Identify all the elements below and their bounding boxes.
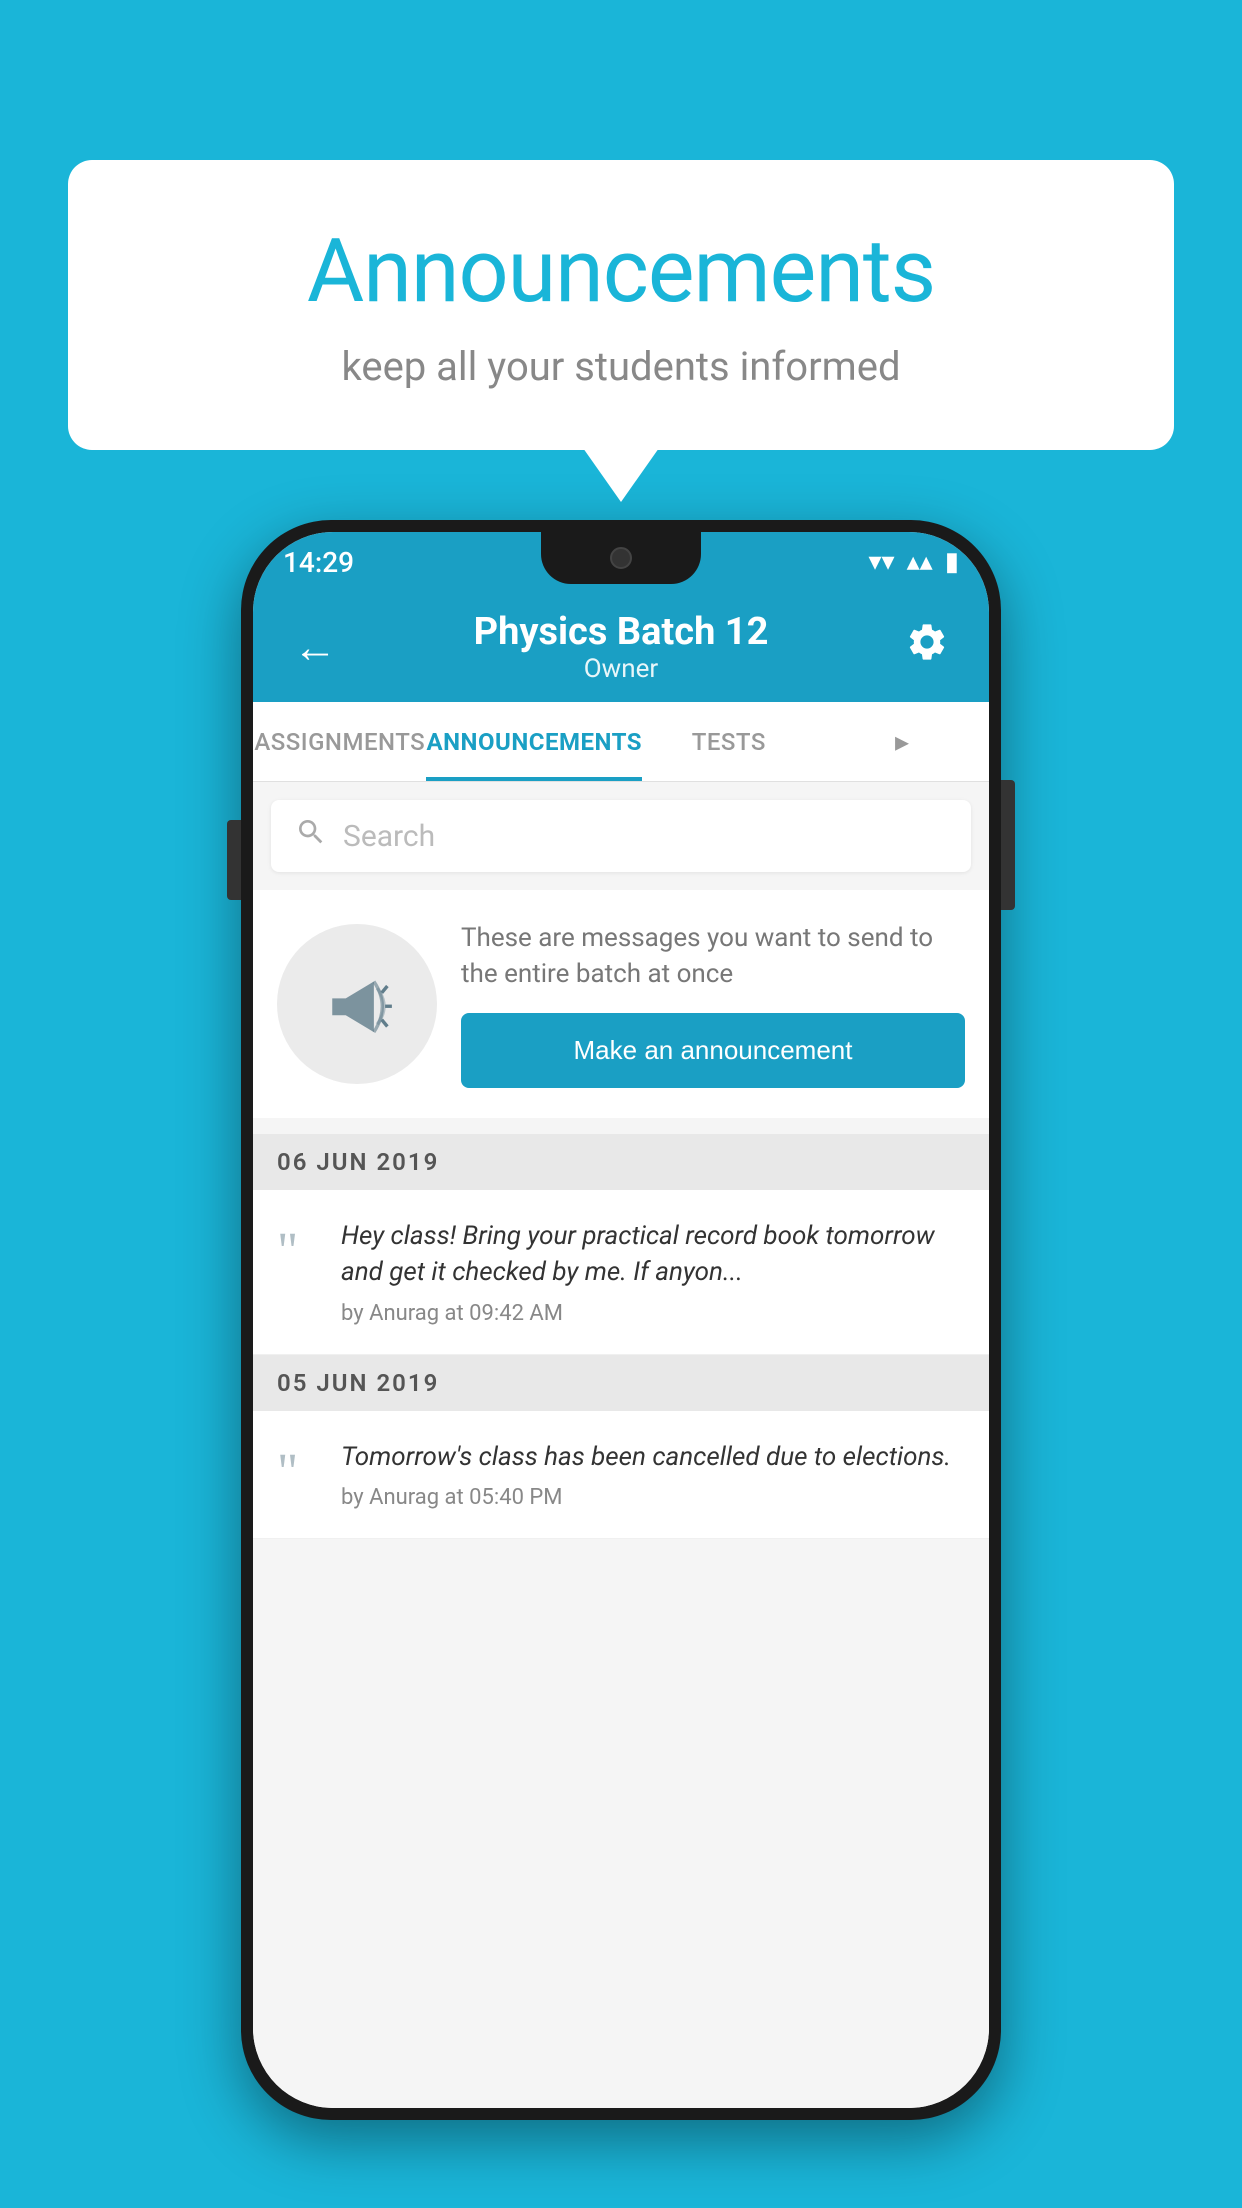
wifi-icon: ▾▾ (868, 547, 894, 577)
announcement-item-2[interactable]: " Tomorrow's class has been cancelled du… (253, 1411, 989, 1539)
phone-wrapper: 14:29 ▾▾ ▴▴ ▮ ← Physics Batch 12 Owner (241, 520, 1001, 2120)
tab-more[interactable]: ▸ (816, 702, 989, 781)
settings-button[interactable] (895, 610, 959, 684)
battery-icon: ▮ (945, 547, 959, 577)
search-bar[interactable]: Search (271, 800, 971, 872)
announcement-item-1[interactable]: " Hey class! Bring your practical record… (253, 1190, 989, 1355)
screen-content: Search (253, 782, 989, 2108)
signal-icon: ▴▴ (907, 547, 933, 577)
search-placeholder: Search (343, 819, 435, 854)
quote-icon-1: " (277, 1226, 321, 1278)
announcement-message-2: Tomorrow's class has been cancelled due … (341, 1439, 965, 1475)
search-icon (295, 816, 327, 856)
back-button[interactable]: ← (283, 611, 347, 683)
app-bar: ← Physics Batch 12 Owner (253, 592, 989, 702)
app-bar-subtitle: Owner (347, 654, 895, 684)
status-icons: ▾▾ ▴▴ ▮ (868, 547, 959, 577)
speech-bubble-subtitle: keep all your students informed (118, 343, 1124, 390)
announcement-right: These are messages you want to send to t… (461, 920, 965, 1088)
phone-notch (541, 532, 701, 584)
speech-bubble-title: Announcements (118, 220, 1124, 323)
app-bar-title: Physics Batch 12 (347, 610, 895, 654)
status-time: 14:29 (283, 546, 354, 579)
date-separator-1: 06 JUN 2019 (253, 1134, 989, 1190)
camera-dot (610, 547, 632, 569)
phone-screen: 14:29 ▾▾ ▴▴ ▮ ← Physics Batch 12 Owner (253, 532, 989, 2108)
tab-tests[interactable]: TESTS (642, 702, 815, 781)
phone-outer: 14:29 ▾▾ ▴▴ ▮ ← Physics Batch 12 Owner (241, 520, 1001, 2120)
quote-icon-2: " (277, 1447, 321, 1499)
tab-announcements[interactable]: ANNOUNCEMENTS (426, 702, 642, 781)
speech-bubble: Announcements keep all your students inf… (68, 160, 1174, 450)
announcement-text-block-2: Tomorrow's class has been cancelled due … (341, 1439, 965, 1510)
date-separator-2: 05 JUN 2019 (253, 1355, 989, 1411)
announcement-description: These are messages you want to send to t… (461, 920, 965, 993)
phone-content: 14:29 ▾▾ ▴▴ ▮ ← Physics Batch 12 Owner (253, 532, 989, 2108)
announcement-message-1: Hey class! Bring your practical record b… (341, 1218, 965, 1291)
make-announcement-button[interactable]: Make an announcement (461, 1013, 965, 1088)
megaphone-circle (277, 924, 437, 1084)
announcement-by-1: by Anurag at 09:42 AM (341, 1301, 965, 1326)
speech-bubble-container: Announcements keep all your students inf… (68, 160, 1174, 450)
announcement-by-2: by Anurag at 05:40 PM (341, 1485, 965, 1510)
tabs-bar: ASSIGNMENTS ANNOUNCEMENTS TESTS ▸ (253, 702, 989, 782)
announcement-text-block-1: Hey class! Bring your practical record b… (341, 1218, 965, 1326)
announcement-prompt: These are messages you want to send to t… (253, 890, 989, 1118)
app-bar-center: Physics Batch 12 Owner (347, 610, 895, 684)
tab-assignments[interactable]: ASSIGNMENTS (253, 702, 426, 781)
